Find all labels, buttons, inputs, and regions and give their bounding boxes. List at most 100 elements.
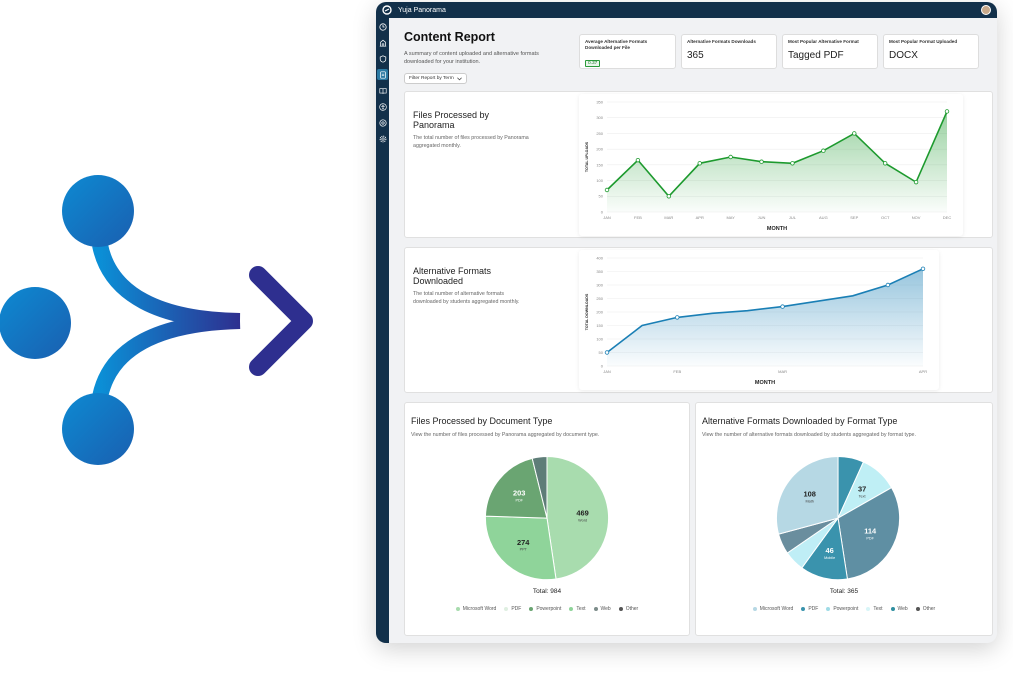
data-point — [728, 154, 733, 160]
legend-item[interactable]: Text — [866, 606, 883, 612]
slice-value-label: 108 — [803, 489, 815, 498]
legend-item[interactable]: Other — [915, 606, 935, 612]
legend-swatch — [504, 607, 509, 611]
page-description: A summary of content uploaded and altern… — [404, 51, 539, 65]
legend-swatch — [618, 607, 623, 611]
x-tick-label: MAR — [778, 369, 787, 374]
bottom-node-icon — [62, 393, 134, 465]
page-header: Content Report A summary of content uplo… — [404, 30, 574, 84]
legend-label: Web — [897, 606, 908, 612]
kpi-label: Alternative Formats Downloads — [687, 39, 756, 44]
legend-item[interactable]: Powerpoint — [826, 606, 858, 612]
legend-item[interactable]: Microsoft Word — [752, 606, 793, 612]
y-tick-label: 300 — [596, 115, 603, 120]
page-title: Content Report — [404, 30, 495, 44]
data-point — [675, 315, 680, 320]
y-tick-label: 400 — [596, 255, 603, 260]
alt-formats-card: Alternative Formats Downloaded The total… — [404, 247, 993, 393]
data-point — [666, 194, 672, 199]
legend-swatch — [455, 607, 460, 611]
data-point — [920, 266, 926, 271]
filter-term-label: Filter Report by Term — [409, 76, 454, 81]
y-tick-label: 0 — [601, 363, 604, 368]
legend-swatch — [593, 607, 598, 611]
y-tick-label: 50 — [599, 194, 604, 199]
data-point — [790, 161, 795, 166]
card-description: View the number of alternative formats d… — [702, 432, 916, 438]
legend-item[interactable]: Microsoft Word — [455, 606, 497, 612]
legend-label: Microsoft Word — [462, 606, 497, 612]
pie-legend: Microsoft Word PDF Powerpoint Text Web Other — [696, 606, 992, 612]
x-tick-label: JUL — [789, 215, 797, 220]
area-fill — [607, 268, 923, 366]
format-type-pie-chart: 37Text 114PDF 46Mobile 108Math — [776, 456, 901, 581]
slice-category-label: PPT — [520, 548, 528, 552]
doc-type-pie-card: Files Processed by Document Type View th… — [404, 402, 690, 636]
y-tick-label: 200 — [596, 309, 603, 314]
data-point — [697, 161, 702, 166]
slice-category-label: Text — [859, 495, 867, 499]
card-description: The total number of alternative formats … — [413, 291, 520, 305]
legend-item[interactable]: Web — [890, 606, 908, 612]
legend-item[interactable]: Web — [593, 606, 611, 612]
slice-value-label: 274 — [517, 538, 530, 547]
kpi-most-popular-alt-format: Most Popular Alternative Format Tagged P… — [782, 34, 878, 69]
data-point — [882, 161, 888, 166]
main-content: Content Report A summary of content uplo… — [389, 18, 997, 643]
kpi-value: 365 — [687, 50, 704, 61]
card-description: View the number of files processed by Pa… — [411, 432, 600, 438]
chevron-down-icon — [456, 76, 462, 80]
kpi-label: Most Popular Format Uploaded — [889, 39, 958, 44]
x-tick-label: NOV — [912, 215, 921, 220]
legend-swatch — [801, 607, 806, 611]
y-tick-label: 250 — [596, 296, 603, 301]
x-tick-label: MAY — [726, 215, 735, 220]
slice-category-label: Word — [578, 518, 587, 522]
nav-gear-icon[interactable] — [377, 133, 388, 144]
slice-value-label: 46 — [825, 546, 833, 555]
data-point — [913, 179, 919, 185]
legend-item[interactable]: PDF — [504, 606, 521, 612]
x-tick-label: JAN — [603, 215, 611, 220]
title-bar: Yuja Panorama — [376, 2, 997, 18]
legend-label: Text — [873, 606, 883, 612]
kpi-value: Tagged PDF — [788, 50, 844, 61]
sidebar — [376, 18, 389, 643]
slice-category-label: PDF — [515, 499, 523, 503]
data-point — [780, 304, 785, 309]
legend-swatch — [890, 607, 895, 611]
kpi-label: Most Popular Alternative Format — [788, 39, 859, 44]
nav-book-icon[interactable] — [377, 85, 388, 96]
nav-shield-icon[interactable] — [377, 53, 388, 64]
slice-category-label: Mobile — [824, 556, 835, 560]
legend-item[interactable]: Other — [618, 606, 638, 612]
legend-item[interactable]: PDF — [801, 606, 818, 612]
nav-building-icon[interactable] — [377, 37, 388, 48]
legend-item[interactable]: Text — [569, 606, 586, 612]
legend-label: Powerpoint — [536, 606, 562, 612]
nav-document-icon[interactable] — [377, 69, 388, 80]
nav-at-icon[interactable] — [377, 117, 388, 128]
top-node-icon — [62, 175, 134, 247]
card-title: Alternative Formats Downloaded by Format… — [702, 416, 898, 426]
legend-item[interactable]: Powerpoint — [529, 606, 561, 612]
nav-accessibility-icon[interactable] — [377, 101, 388, 112]
legend-swatch — [866, 607, 871, 611]
slice-category-label: Math — [805, 499, 813, 503]
y-axis-title: TOTAL UPLOADS — [585, 141, 589, 172]
kpi-label: Average Alternative Formats Downloaded p… — [585, 39, 648, 50]
y-tick-label: 200 — [596, 147, 603, 152]
filter-term-dropdown[interactable]: Filter Report by Term — [404, 73, 467, 84]
user-avatar[interactable] — [981, 5, 991, 15]
app-title: Yuja Panorama — [398, 6, 446, 14]
legend-label: Powerpoint — [833, 606, 859, 612]
slice-value-label: 37 — [858, 485, 866, 494]
data-point — [759, 159, 764, 164]
x-axis-title: MONTH — [755, 380, 775, 386]
files-processed-card: Files Processed by Panorama The total nu… — [404, 91, 993, 238]
nav-clock-icon[interactable] — [377, 21, 388, 32]
y-tick-label: 350 — [596, 269, 603, 274]
legend-swatch — [915, 607, 920, 611]
slice-value-label: 203 — [513, 489, 525, 498]
app-logo-icon — [382, 5, 392, 15]
